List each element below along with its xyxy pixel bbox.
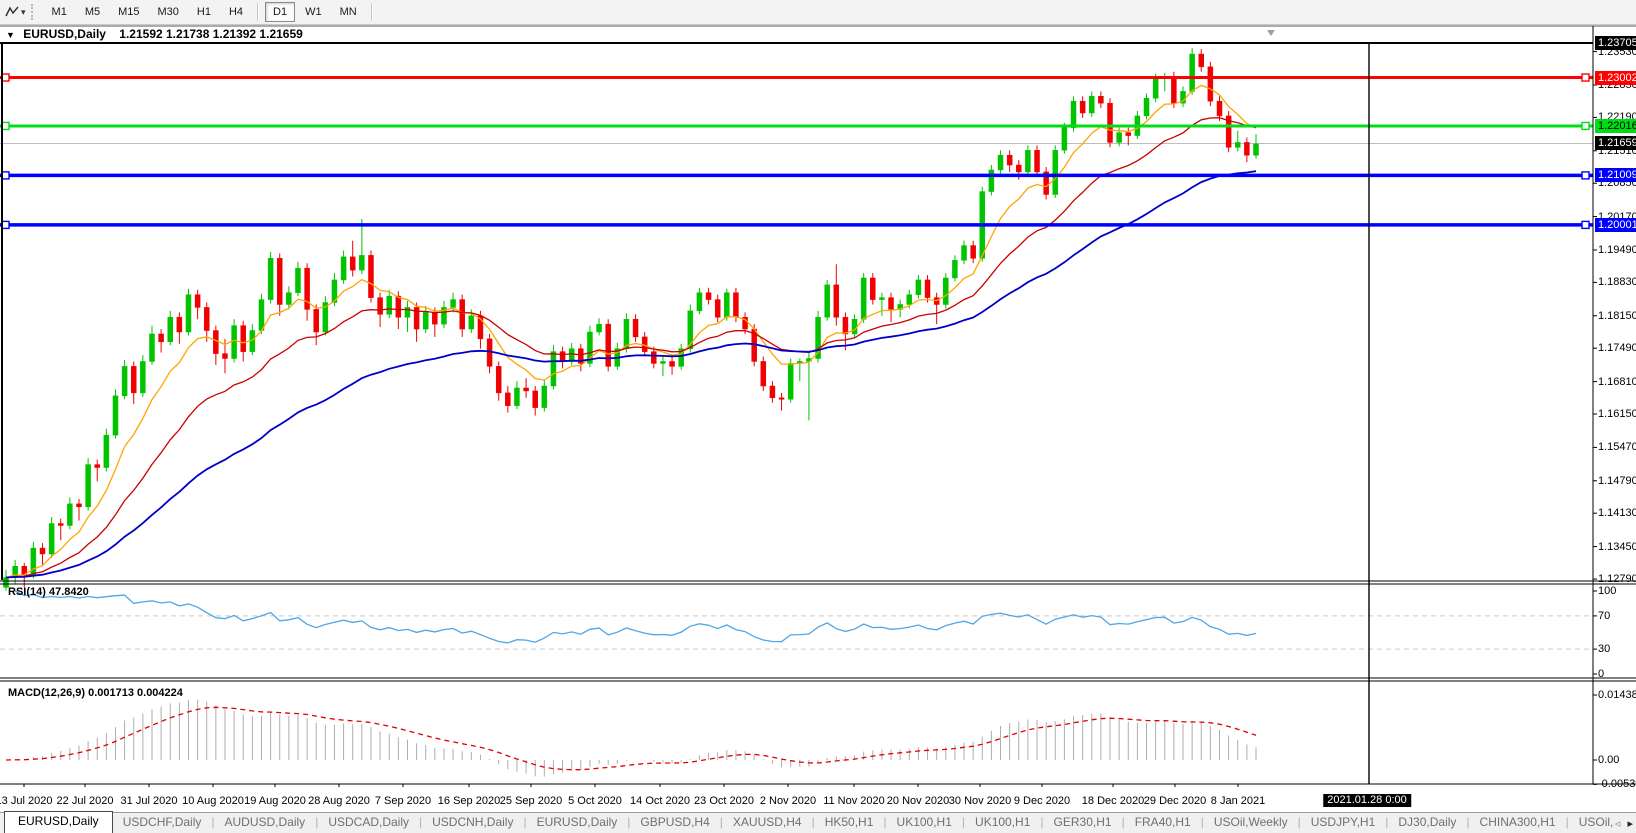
line-endpoint-marker[interactable] <box>1581 171 1590 180</box>
line-endpoint-marker[interactable] <box>1581 73 1590 82</box>
line-endpoint-marker[interactable] <box>1581 121 1590 131</box>
macd-indicator-label: MACD(12,26,9) 0.001713 0.004224 <box>8 687 183 699</box>
chart-ohlc-values: 1.21592 1.21738 1.21392 1.21659 <box>119 27 303 41</box>
line-endpoint-marker[interactable] <box>1 220 10 230</box>
rsi-indicator-label: RSI(14) 47.8420 <box>8 586 89 598</box>
tab-scroll-arrows: ◃ ▸ <box>1611 817 1633 830</box>
chart-canvas[interactable] <box>0 0 1636 833</box>
chart-symbol-period: EURUSD,Daily <box>23 27 106 41</box>
line-endpoint-marker[interactable] <box>1 121 10 131</box>
tab-scroll-right-icon[interactable]: ▸ <box>1627 818 1633 830</box>
line-endpoint-marker[interactable] <box>1581 220 1590 230</box>
mt4-window: ▾ M1 M5 M15 M30 H1 H4 D1 W1 MN ▼ EURUSD,Daily 1.… <box>0 0 1636 833</box>
line-endpoint-marker[interactable] <box>1 73 10 82</box>
chart-plot-area[interactable] <box>0 26 1593 784</box>
tab-scroll-left-icon[interactable]: ◃ <box>1615 818 1621 830</box>
line-endpoint-marker[interactable] <box>1 171 10 180</box>
chart-shift-marker-icon[interactable] <box>1267 30 1275 36</box>
chart-title-bar: ▼ EURUSD,Daily 1.21592 1.21738 1.21392 1… <box>0 27 303 42</box>
chart-collapse-arrow-icon[interactable]: ▼ <box>6 30 15 40</box>
